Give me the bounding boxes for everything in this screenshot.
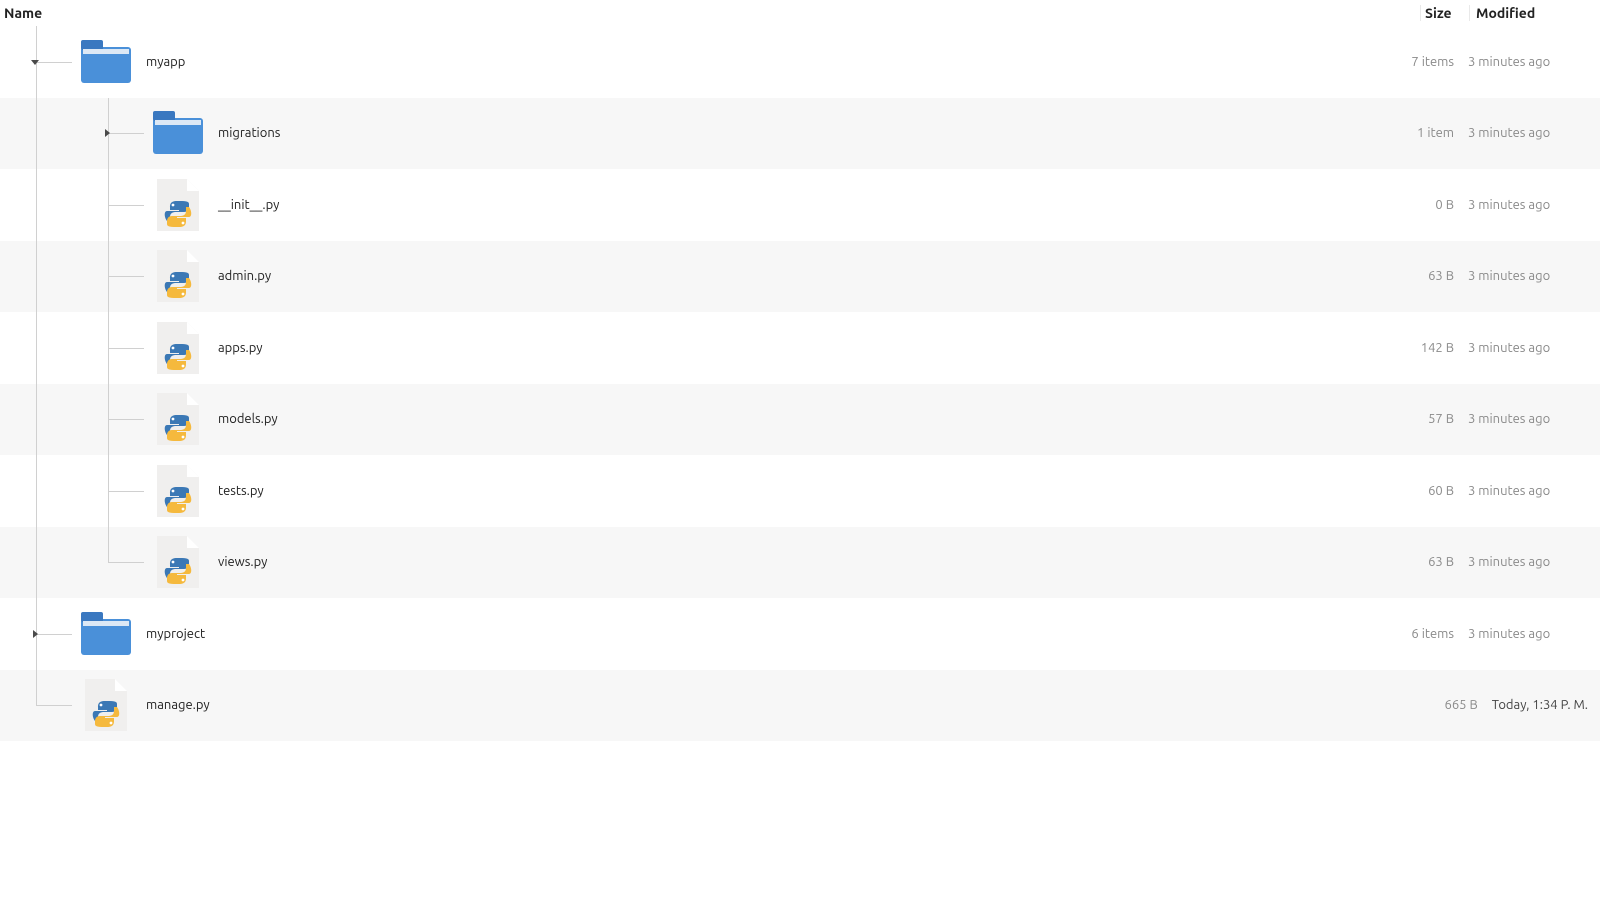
- file-row[interactable]: tests.py60 B3 minutes ago: [0, 455, 1600, 527]
- item-name[interactable]: tests.py: [218, 484, 1428, 498]
- item-size: 6 items: [1411, 627, 1468, 641]
- item-name[interactable]: apps.py: [218, 341, 1421, 355]
- python-file-icon: [150, 463, 206, 519]
- item-name[interactable]: myproject: [146, 627, 1411, 641]
- tree-guides: [0, 241, 150, 313]
- item-size: 142 B: [1421, 341, 1468, 355]
- folder-icon: [150, 105, 206, 161]
- item-modified: 3 minutes ago: [1468, 412, 1588, 426]
- file-row[interactable]: apps.py142 B3 minutes ago: [0, 312, 1600, 384]
- disclosure-arrow-right-icon[interactable]: [102, 128, 112, 138]
- item-name[interactable]: myapp: [146, 55, 1411, 69]
- file-row[interactable]: manage.py665 BToday, 1:34 P. M.: [0, 670, 1600, 742]
- python-file-icon: [150, 177, 206, 233]
- file-row[interactable]: __init__.py0 B3 minutes ago: [0, 169, 1600, 241]
- python-file-icon: [150, 320, 206, 376]
- tree-guides: [0, 670, 78, 742]
- item-size: 0 B: [1435, 198, 1468, 212]
- column-header-name[interactable]: Name: [4, 5, 1420, 21]
- item-size: 63 B: [1428, 269, 1468, 283]
- item-modified: 3 minutes ago: [1468, 627, 1588, 641]
- item-modified: Today, 1:34 P. M.: [1492, 698, 1588, 712]
- item-name[interactable]: admin.py: [218, 269, 1428, 283]
- folder-icon: [78, 606, 134, 662]
- file-row[interactable]: views.py63 B3 minutes ago: [0, 527, 1600, 599]
- column-header: Name Size Modified: [0, 0, 1600, 26]
- folder-icon: [78, 34, 134, 90]
- item-size: 60 B: [1428, 484, 1468, 498]
- item-name[interactable]: manage.py: [146, 698, 1444, 712]
- disclosure-arrow-down-icon[interactable]: [30, 57, 40, 67]
- item-size: 63 B: [1428, 555, 1468, 569]
- tree-guides: [0, 527, 150, 599]
- column-header-size[interactable]: Size: [1420, 5, 1470, 21]
- item-size: 7 items: [1411, 55, 1468, 69]
- item-name[interactable]: __init__.py: [218, 198, 1435, 212]
- file-row[interactable]: admin.py63 B3 minutes ago: [0, 241, 1600, 313]
- column-header-modified[interactable]: Modified: [1470, 5, 1600, 21]
- item-modified: 3 minutes ago: [1468, 555, 1588, 569]
- tree-guides: [0, 384, 150, 456]
- item-name[interactable]: views.py: [218, 555, 1428, 569]
- item-name[interactable]: migrations: [218, 126, 1417, 140]
- item-modified: 3 minutes ago: [1468, 484, 1588, 498]
- item-size: 665 B: [1444, 698, 1491, 712]
- folder-row[interactable]: myapp7 items3 minutes ago: [0, 26, 1600, 98]
- python-file-icon: [150, 534, 206, 590]
- tree-guides: [0, 169, 150, 241]
- item-size: 57 B: [1428, 412, 1468, 426]
- file-row[interactable]: models.py57 B3 minutes ago: [0, 384, 1600, 456]
- item-modified: 3 minutes ago: [1468, 55, 1588, 69]
- item-modified: 3 minutes ago: [1468, 126, 1588, 140]
- folder-row[interactable]: myproject6 items3 minutes ago: [0, 598, 1600, 670]
- disclosure-arrow-right-icon[interactable]: [30, 629, 40, 639]
- python-file-icon: [78, 677, 134, 733]
- tree-guides: [0, 598, 78, 670]
- folder-row[interactable]: migrations1 item3 minutes ago: [0, 98, 1600, 170]
- item-size: 1 item: [1417, 126, 1468, 140]
- tree-guides: [0, 98, 150, 170]
- item-modified: 3 minutes ago: [1468, 341, 1588, 355]
- item-name[interactable]: models.py: [218, 412, 1428, 426]
- tree-guides: [0, 455, 150, 527]
- item-modified: 3 minutes ago: [1468, 198, 1588, 212]
- python-file-icon: [150, 391, 206, 447]
- item-modified: 3 minutes ago: [1468, 269, 1588, 283]
- tree-guides: [0, 312, 150, 384]
- file-tree: myapp7 items3 minutes ago migrations1 it…: [0, 26, 1600, 741]
- tree-guides: [0, 26, 78, 98]
- python-file-icon: [150, 248, 206, 304]
